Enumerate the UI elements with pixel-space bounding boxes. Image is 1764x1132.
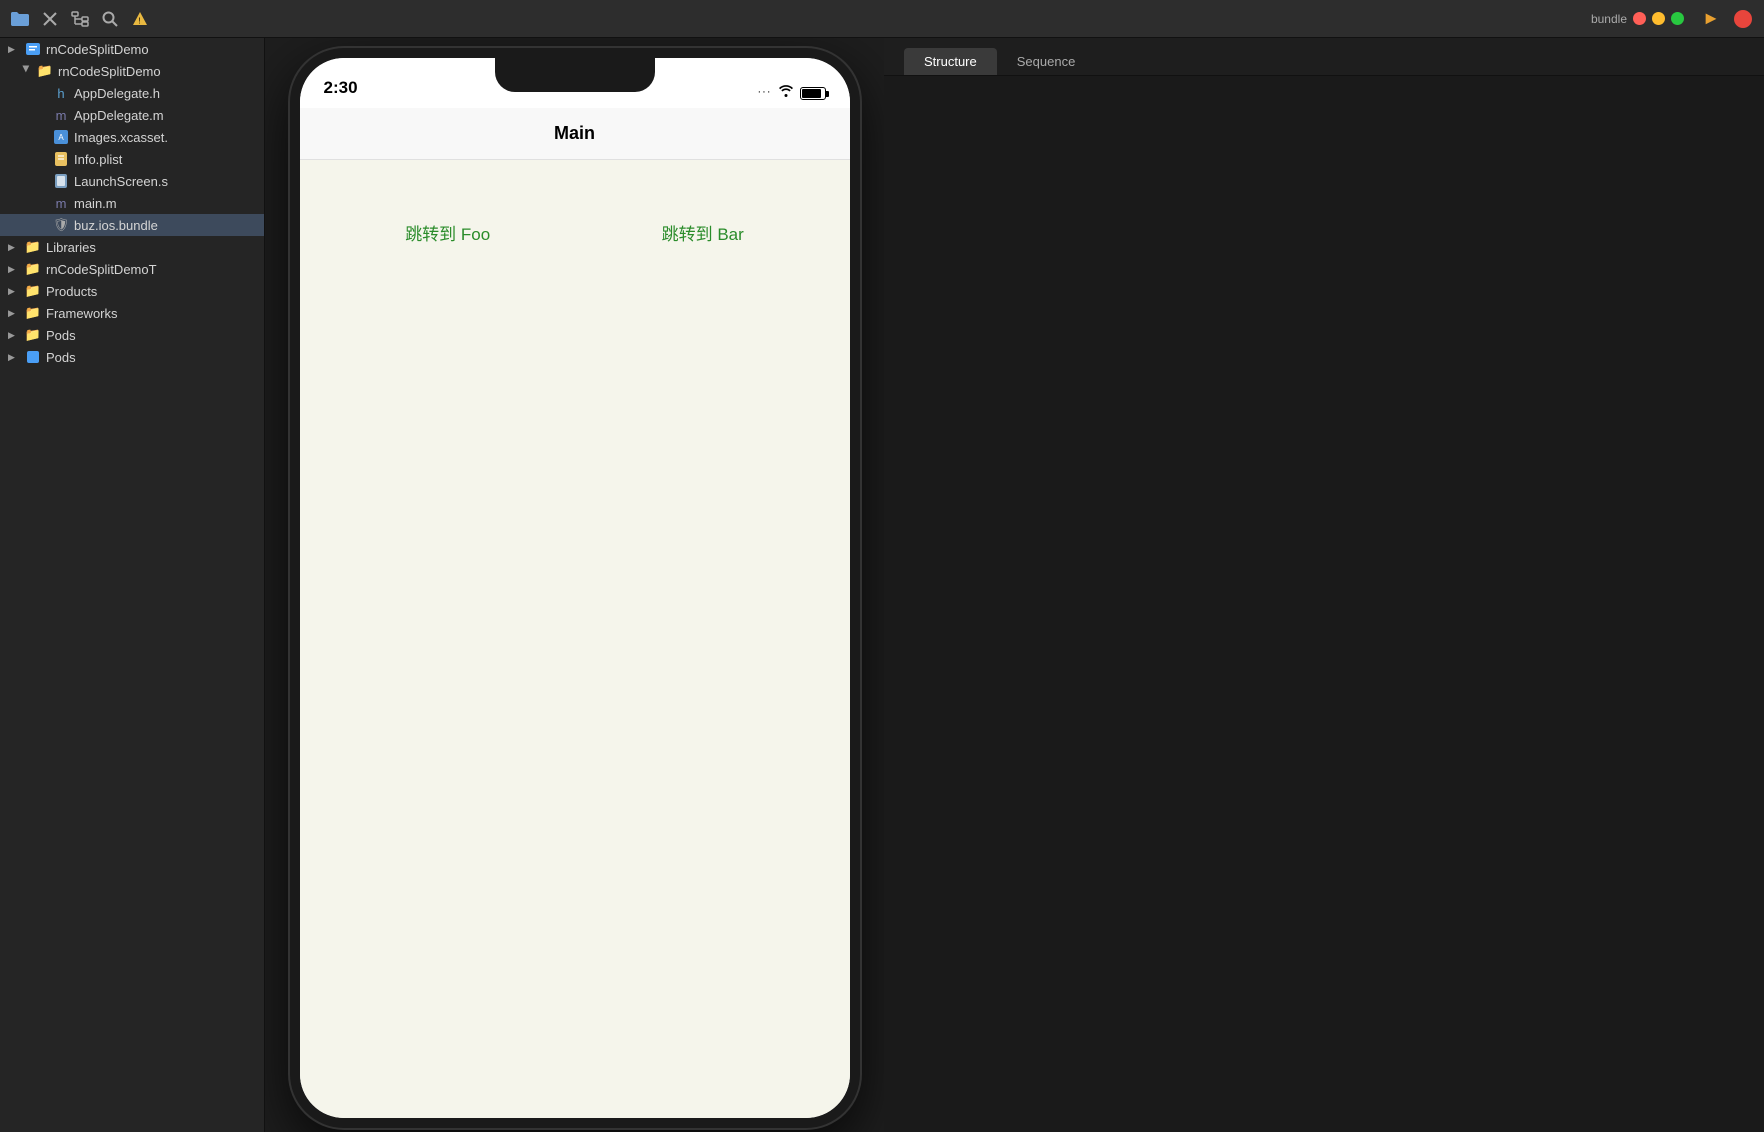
file-m-icon: m: [52, 107, 70, 123]
battery-icon: [800, 85, 826, 100]
sidebar-frameworks-label: Frameworks: [46, 306, 118, 321]
sidebar-folder-label: rnCodeSplitDemo: [58, 64, 161, 79]
xcassets-icon: A: [52, 129, 70, 145]
button-foo[interactable]: 跳转到 Foo: [405, 220, 490, 245]
bundle-file-icon: 🛡: [52, 217, 70, 233]
sidebar-item-rncodeT[interactable]: ▶ 📁 rnCodeSplitDemoT: [0, 258, 264, 280]
folder-frameworks-icon: 📁: [24, 305, 42, 321]
iphone-notch: [495, 58, 655, 92]
status-time: 2:30: [324, 78, 358, 100]
folder-products-icon: 📁: [24, 283, 42, 299]
folder-libraries-icon: 📁: [24, 239, 42, 255]
sidebar-item-root-project[interactable]: ▶ rnCodeSplitDemo: [0, 38, 264, 60]
traffic-lights: [1633, 12, 1684, 25]
right-content: [884, 76, 1764, 1132]
folder-icon: 📁: [36, 63, 54, 79]
tab-structure[interactable]: Structure: [904, 48, 997, 75]
sidebar-pods-folder-label: Pods: [46, 328, 76, 343]
warning-icon[interactable]: !: [128, 7, 152, 31]
sidebar-bundle-label: buz.ios.bundle: [74, 218, 158, 233]
svg-text:A: A: [58, 133, 64, 142]
sidebar-products-label: Products: [46, 284, 97, 299]
sidebar-mainm-label: main.m: [74, 196, 117, 211]
sidebar-item-libraries[interactable]: ▶ 📁 Libraries: [0, 236, 264, 258]
hierarchy-icon[interactable]: [68, 7, 92, 31]
tab-sequence[interactable]: Sequence: [997, 48, 1096, 75]
phone-nav-title: Main: [554, 123, 595, 144]
sidebar-images-label: Images.xcasset.: [74, 130, 168, 145]
sidebar-pods-file-label: Pods: [46, 350, 76, 365]
sidebar-item-folder-rn[interactable]: ▶ 📁 rnCodeSplitDemo: [0, 60, 264, 82]
file-h-icon: h: [52, 85, 70, 101]
svg-text:!: !: [138, 16, 140, 25]
sidebar-item-pods-file[interactable]: ▶ Pods: [0, 346, 264, 368]
close-icon[interactable]: [38, 7, 62, 31]
sidebar-infoplist-label: Info.plist: [74, 152, 122, 167]
project-icon: [24, 41, 42, 57]
sidebar-item-products[interactable]: ▶ 📁 Products: [0, 280, 264, 302]
iphone-mockup: 2:30 ··· Main 跳转到 Foo: [290, 48, 860, 1128]
storyboard-icon: [52, 173, 70, 189]
sidebar-item-bundle[interactable]: ▶ 🛡 buz.ios.bundle: [0, 214, 264, 236]
traffic-yellow: [1652, 12, 1665, 25]
right-panel: Structure Sequence: [884, 38, 1764, 1132]
sidebar-item-info-plist[interactable]: ▶ Info.plist: [0, 148, 264, 170]
arrow-collapsed: ▶: [8, 264, 20, 275]
arrow-icon: ▶: [8, 44, 20, 55]
plist-icon: [52, 151, 70, 167]
sidebar-item-appdelegate-m[interactable]: ▶ m AppDelegate.m: [0, 104, 264, 126]
toolbar: ! bundle ►: [0, 0, 1764, 38]
sidebar-item-main-m[interactable]: ▶ m main.m: [0, 192, 264, 214]
sidebar-item-pods-folder[interactable]: ▶ 📁 Pods: [0, 324, 264, 346]
sidebar-rncodeT-label: rnCodeSplitDemoT: [46, 262, 157, 277]
bundle-label: bundle: [1591, 12, 1627, 26]
folder-rncodeT-icon: 📁: [24, 261, 42, 277]
arrow-collapsed: ▶: [8, 330, 20, 341]
sidebar-root-label: rnCodeSplitDemo: [46, 42, 149, 57]
folder-icon[interactable]: [8, 7, 32, 31]
signal-dots: ···: [758, 86, 772, 98]
phone-app-content: 跳转到 Foo 跳转到 Bar: [300, 160, 850, 1118]
status-icons: ···: [758, 85, 826, 100]
main-area: ▶ rnCodeSplitDemo ▶ 📁 rnCodeSplitDemo ▶ …: [0, 38, 1764, 1132]
wifi-icon: [778, 85, 794, 100]
sidebar-item-images[interactable]: ▶ A Images.xcasset.: [0, 126, 264, 148]
folder-pods-icon: 📁: [24, 327, 42, 343]
arrow-open-icon: ▶: [21, 65, 32, 77]
arrow-collapsed: ▶: [8, 242, 20, 253]
file-pods-icon: [24, 349, 42, 365]
sidebar-launchscreen-label: LaunchScreen.s: [74, 174, 168, 189]
arrow-collapsed: ▶: [8, 352, 20, 363]
sidebar-item-launchscreen[interactable]: ▶ LaunchScreen.s: [0, 170, 264, 192]
traffic-red: [1633, 12, 1646, 25]
search-icon[interactable]: [98, 7, 122, 31]
button-bar[interactable]: 跳转到 Bar: [662, 220, 744, 245]
sidebar-appdelegate-m-label: AppDelegate.m: [74, 108, 164, 123]
right-tabs: Structure Sequence: [884, 38, 1764, 76]
phone-nav-bar: Main: [300, 108, 850, 160]
arrow-collapsed: ▶: [8, 286, 20, 297]
content-area: 2:30 ··· Main 跳转到 Foo: [265, 38, 884, 1132]
sidebar-appdelegate-h-label: AppDelegate.h: [74, 86, 160, 101]
sidebar-item-appdelegate-h[interactable]: ▶ h AppDelegate.h: [0, 82, 264, 104]
file-main-icon: m: [52, 195, 70, 211]
sidebar-libraries-label: Libraries: [46, 240, 96, 255]
arrow-icon[interactable]: ►: [1698, 6, 1724, 32]
arrow-collapsed: ▶: [8, 308, 20, 319]
traffic-green: [1671, 12, 1684, 25]
record-button[interactable]: [1730, 6, 1756, 32]
sidebar: ▶ rnCodeSplitDemo ▶ 📁 rnCodeSplitDemo ▶ …: [0, 38, 265, 1132]
sidebar-item-frameworks[interactable]: ▶ 📁 Frameworks: [0, 302, 264, 324]
